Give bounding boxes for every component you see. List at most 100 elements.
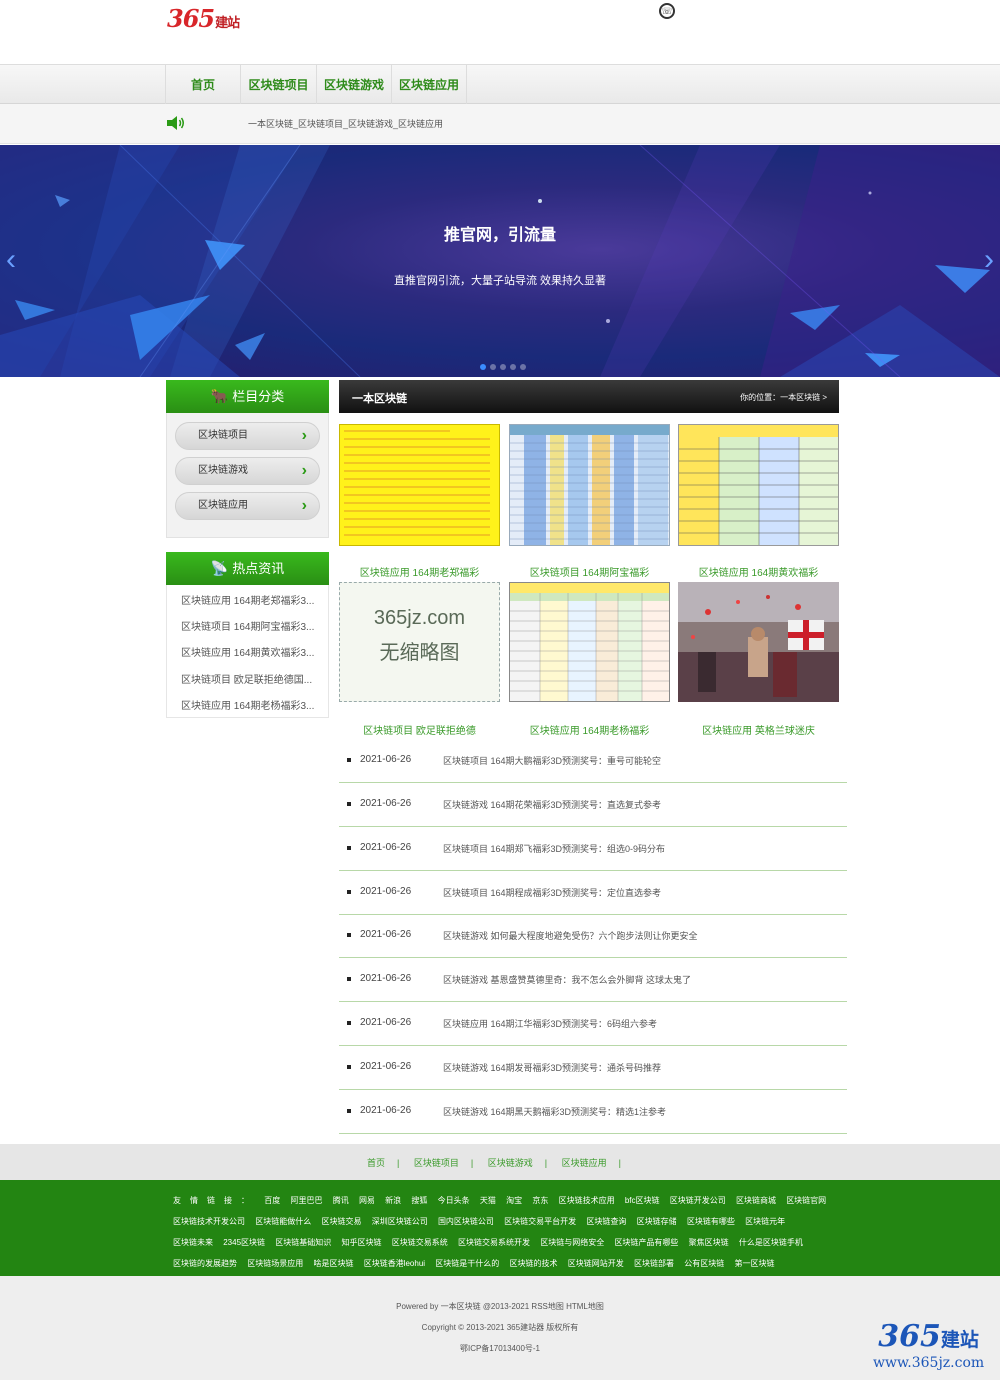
friend-link[interactable]: 区块链的技术	[510, 1259, 558, 1268]
friend-link[interactable]: 国内区块链公司	[438, 1217, 494, 1226]
friend-link[interactable]: 深圳区块链公司	[372, 1217, 428, 1226]
article-thumbnail[interactable]	[678, 424, 839, 546]
footer-nav-apps[interactable]: 区块链应用	[562, 1158, 607, 1168]
friend-link[interactable]: 天猫	[480, 1196, 496, 1205]
list-item[interactable]: 2021-06-26 区块链应用 164期江华福彩3D预测奖号：6码组六参考	[339, 1002, 847, 1046]
hot-news-item[interactable]: 区块链项目 164期阿宝福彩3...	[181, 618, 314, 633]
list-item[interactable]: 2021-06-26 区块链游戏 164期发哥福彩3D预测奖号：通杀号码推荐	[339, 1046, 847, 1090]
friend-link[interactable]: 区块链未来	[173, 1238, 213, 1247]
friend-link[interactable]: 区块链官网	[786, 1196, 826, 1205]
item-title[interactable]: 区块链游戏 164期黑天鹅福彩3D预测奖号：精选1注参考	[443, 1105, 666, 1118]
footer-nav-projects[interactable]: 区块链项目	[414, 1158, 459, 1168]
friend-link[interactable]: 区块链技术应用	[559, 1196, 615, 1205]
friend-link[interactable]: 第一区块链	[734, 1259, 774, 1268]
phone-icon[interactable]: ☏	[659, 3, 675, 19]
breadcrumb[interactable]: 你的位置：一本区块链 >	[740, 392, 827, 403]
article-caption[interactable]: 区块链项目 164期阿宝福彩	[509, 564, 670, 579]
friend-link[interactable]: 区块链网站开发	[568, 1259, 624, 1268]
item-title[interactable]: 区块链项目 164期大鹏福彩3D预测奖号：重号可能轮空	[443, 754, 661, 767]
nav-apps[interactable]: 区块链应用	[392, 65, 467, 104]
no-thumbnail-placeholder[interactable]: 365jz.com 无缩略图	[339, 582, 500, 702]
icp-number[interactable]: 鄂ICP备17013400号-1	[0, 1343, 1000, 1354]
item-title[interactable]: 区块链游戏 基恩盛赞莫德里奇：我不怎么会外脚背 这球太鬼了	[443, 973, 691, 986]
friend-link[interactable]: 阿里巴巴	[290, 1196, 322, 1205]
friend-link[interactable]: 2345区块链	[223, 1238, 265, 1247]
friend-link[interactable]: 区块链有哪些	[687, 1217, 735, 1226]
banner-dot-4[interactable]	[510, 364, 516, 370]
category-item-apps[interactable]: 区块链应用 ›	[175, 492, 320, 520]
notice-text[interactable]: 一本区块链_区块链项目_区块链游戏_区块链应用	[248, 117, 443, 130]
friend-link[interactable]: 百度	[264, 1196, 280, 1205]
friend-link[interactable]: 什么是区块链手机	[739, 1238, 803, 1247]
friend-link[interactable]: 区块链是干什么的	[435, 1259, 499, 1268]
friend-link[interactable]: 区块链基础知识	[275, 1238, 331, 1247]
powered-by[interactable]: Powered by 一本区块链 @2013-2021 RSS地图 HTML地图	[0, 1301, 1000, 1312]
friend-link[interactable]: 知乎区块链	[342, 1238, 382, 1247]
friend-link[interactable]: 区块链商城	[736, 1196, 776, 1205]
friend-link[interactable]: 腾讯	[333, 1196, 349, 1205]
item-title[interactable]: 区块链游戏 如何最大程度地避免受伤？六个跑步法则让你更安全	[443, 929, 698, 942]
nav-home[interactable]: 首页	[166, 65, 241, 104]
banner-dot-3[interactable]	[500, 364, 506, 370]
friend-link[interactable]: 区块链元年	[745, 1217, 785, 1226]
friend-link[interactable]: 区块链交易系统开发	[458, 1238, 530, 1247]
friend-link[interactable]: 搜狐	[411, 1196, 427, 1205]
hot-news-item[interactable]: 区块链应用 164期老杨福彩3...	[181, 697, 314, 712]
banner-slider[interactable]: 推官网，引流量 直推官网引流，大量子站导流 效果持久显著 ‹ ›	[0, 145, 1000, 377]
friend-link[interactable]: 新浪	[385, 1196, 401, 1205]
friend-link[interactable]: 区块链场景应用	[247, 1259, 303, 1268]
friend-link[interactable]: 区块链存储	[637, 1217, 677, 1226]
item-title[interactable]: 区块链游戏 164期花荣福彩3D预测奖号：直选复式参考	[443, 798, 661, 811]
friend-link[interactable]: 淘宝	[506, 1196, 522, 1205]
article-caption[interactable]: 区块链应用 164期老郑福彩	[339, 564, 500, 579]
site-logo[interactable]: 365建站	[167, 4, 240, 33]
article-caption[interactable]: 区块链应用 164期老杨福彩	[509, 722, 670, 737]
friend-link[interactable]: 聚焦区块链	[689, 1238, 729, 1247]
friend-link[interactable]: 区块链查询	[586, 1217, 626, 1226]
friend-link[interactable]: 区块链与网络安全	[540, 1238, 604, 1247]
hot-news-item[interactable]: 区块链应用 164期老郑福彩3...	[181, 592, 314, 607]
list-item[interactable]: 2021-06-26 区块链游戏 如何最大程度地避免受伤？六个跑步法则让你更安全	[339, 914, 847, 958]
friend-link[interactable]: 区块链交易系统	[392, 1238, 448, 1247]
friend-link[interactable]: 区块链产品有哪些	[614, 1238, 678, 1247]
friend-link[interactable]: 区块链开发公司	[670, 1196, 726, 1205]
list-item[interactable]: 2021-06-26 区块链项目 164期大鹏福彩3D预测奖号：重号可能轮空	[339, 739, 847, 783]
friend-link[interactable]: 今日头条	[438, 1196, 470, 1205]
footer-nav-games[interactable]: 区块链游戏	[488, 1158, 533, 1168]
friend-link[interactable]: 公有区块链	[684, 1259, 724, 1268]
hot-news-item[interactable]: 区块链应用 164期黄欢福彩3...	[181, 644, 314, 659]
category-item-games[interactable]: 区块链游戏 ›	[175, 457, 320, 485]
friend-link[interactable]: 区块链香港leohui	[364, 1259, 425, 1268]
friend-link[interactable]: 啥是区块链	[313, 1259, 353, 1268]
article-thumbnail[interactable]	[339, 424, 500, 546]
list-item[interactable]: 2021-06-26 区块链游戏 164期黑天鹅福彩3D预测奖号：精选1注参考	[339, 1090, 847, 1134]
article-thumbnail[interactable]	[509, 582, 670, 702]
friend-link[interactable]: 网易	[359, 1196, 375, 1205]
friend-link[interactable]: 区块链交易平台开发	[504, 1217, 576, 1226]
list-item[interactable]: 2021-06-26 区块链游戏 基恩盛赞莫德里奇：我不怎么会外脚背 这球太鬼了	[339, 958, 847, 1002]
friend-link[interactable]: 京东	[532, 1196, 548, 1205]
friend-link[interactable]: 区块链的发展趋势	[173, 1259, 237, 1268]
article-caption[interactable]: 区块链应用 164期黄欢福彩	[678, 564, 839, 579]
item-title[interactable]: 区块链应用 164期江华福彩3D预测奖号：6码组六参考	[443, 1017, 657, 1030]
banner-dot-5[interactable]	[520, 364, 526, 370]
list-item[interactable]: 2021-06-26 区块链项目 164期郑飞福彩3D预测奖号：组选0-9码分布	[339, 827, 847, 871]
friend-link[interactable]: 区块链交易	[321, 1217, 361, 1226]
nav-projects[interactable]: 区块链项目	[241, 65, 317, 104]
item-title[interactable]: 区块链游戏 164期发哥福彩3D预测奖号：通杀号码推荐	[443, 1061, 661, 1074]
hot-news-item[interactable]: 区块链项目 欧足联拒绝德国...	[181, 671, 312, 686]
banner-next-icon[interactable]: ›	[984, 245, 1000, 277]
banner-dot-1[interactable]	[480, 364, 486, 370]
friend-link[interactable]: 区块链技术开发公司	[173, 1217, 245, 1226]
item-title[interactable]: 区块链项目 164期程成福彩3D预测奖号：定位直选参考	[443, 886, 661, 899]
item-title[interactable]: 区块链项目 164期郑飞福彩3D预测奖号：组选0-9码分布	[443, 842, 665, 855]
list-item[interactable]: 2021-06-26 区块链项目 164期程成福彩3D预测奖号：定位直选参考	[339, 871, 847, 915]
friend-link[interactable]: bfc区块链	[625, 1196, 660, 1205]
banner-prev-icon[interactable]: ‹	[6, 245, 24, 277]
friend-link[interactable]: 区块链能做什么	[255, 1217, 311, 1226]
article-thumbnail[interactable]	[678, 582, 839, 702]
footer-nav-home[interactable]: 首页	[367, 1158, 385, 1168]
article-thumbnail[interactable]	[509, 424, 670, 546]
friend-link[interactable]: 区块链部署	[634, 1259, 674, 1268]
nav-games[interactable]: 区块链游戏	[317, 65, 392, 104]
